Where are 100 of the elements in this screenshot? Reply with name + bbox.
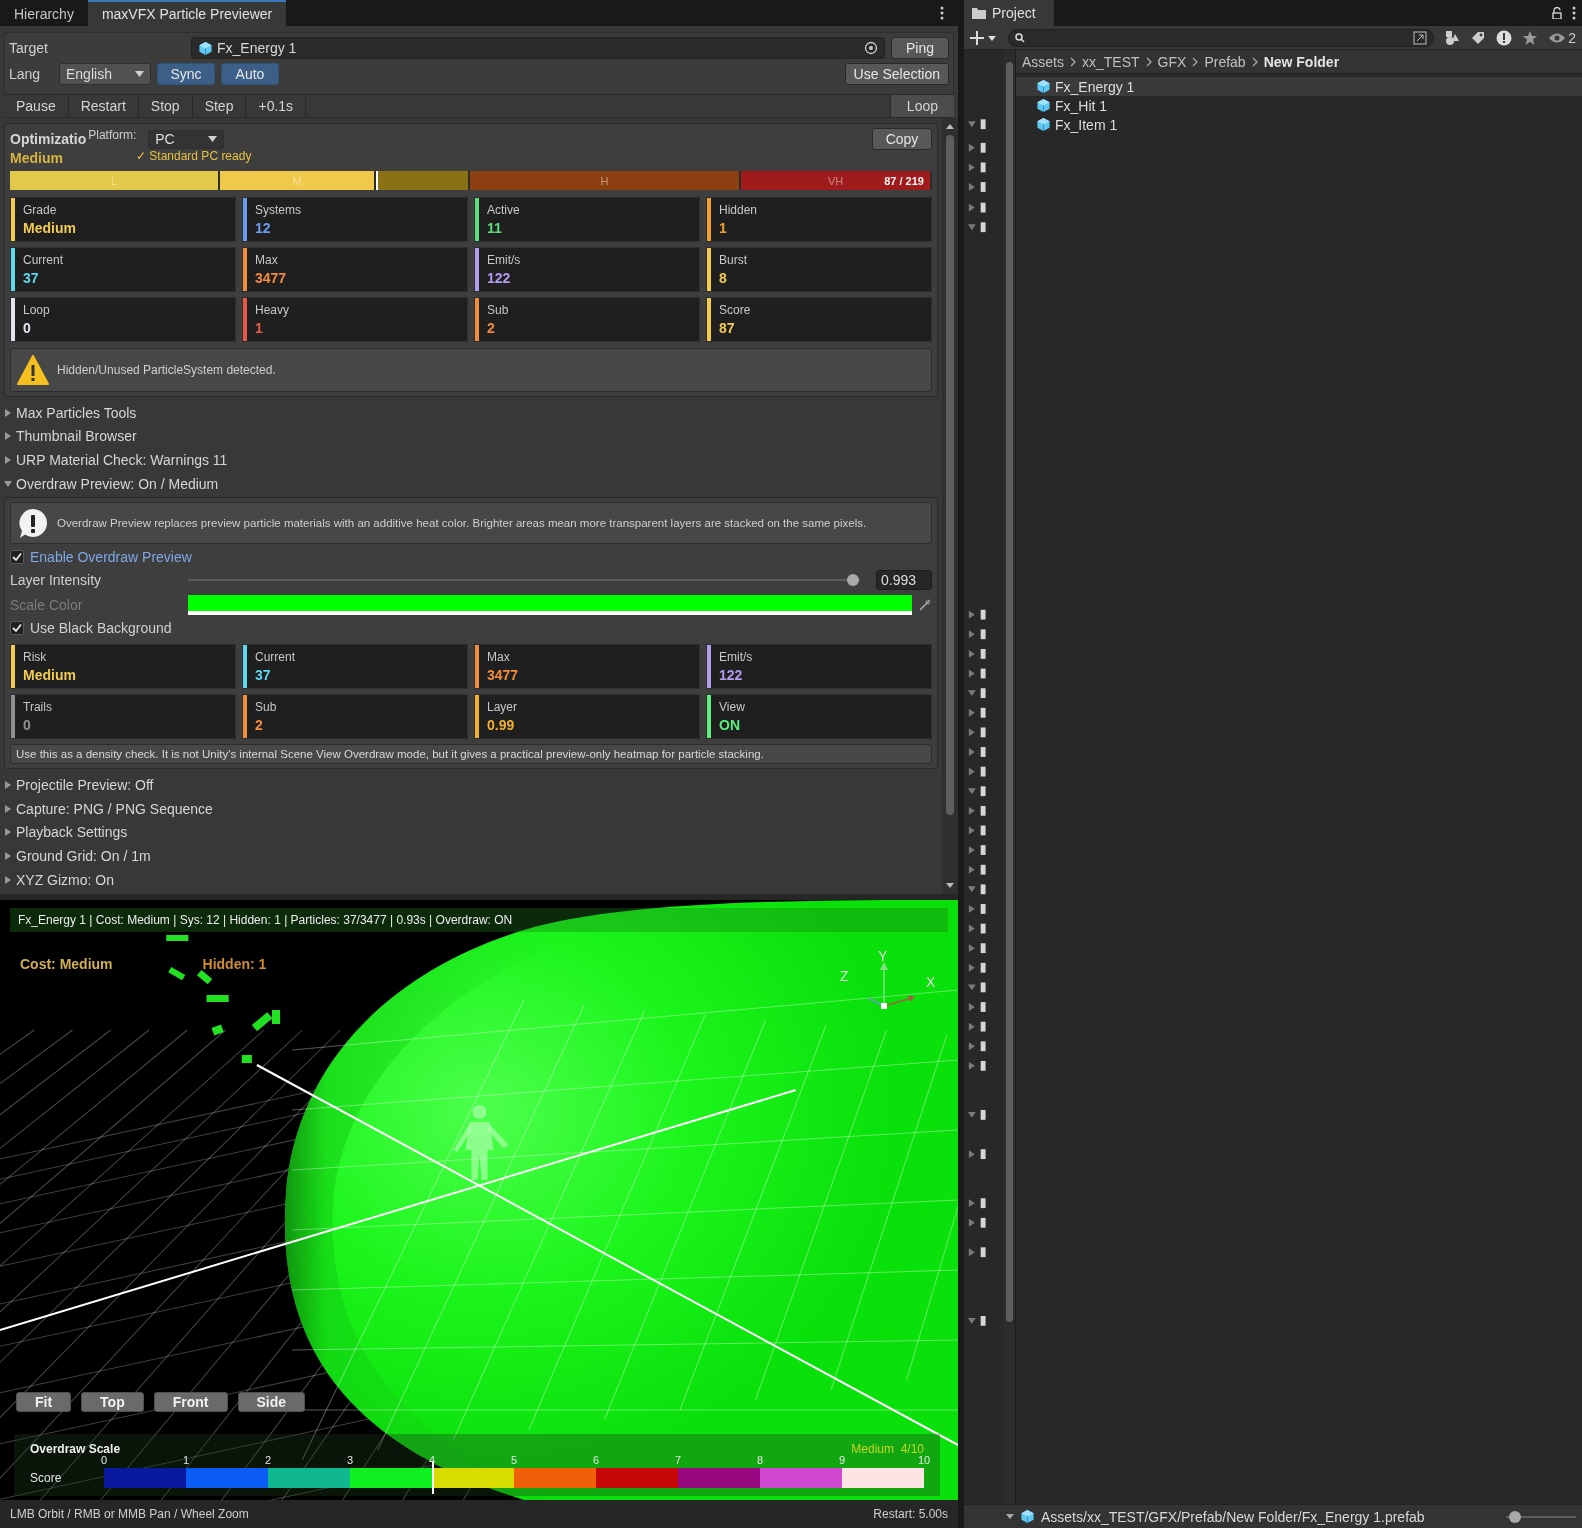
ping-button[interactable]: Ping xyxy=(891,37,949,59)
checkbox[interactable] xyxy=(10,621,24,636)
asset-list-item[interactable]: Fx_Item 1 xyxy=(1016,115,1582,134)
checkbox-label[interactable]: Use Black Background xyxy=(30,620,172,637)
collapsed-arrow-icon[interactable] xyxy=(4,828,12,837)
breadcrumb-link[interactable]: Prefab xyxy=(1204,53,1246,70)
collapsed-arrow-icon[interactable] xyxy=(4,456,12,464)
lock-icon[interactable] xyxy=(1552,7,1562,19)
stat-label: Emit/s xyxy=(487,253,521,267)
stat-label: Heavy xyxy=(255,303,289,317)
stat-label: Current xyxy=(23,253,63,267)
star-icon[interactable] xyxy=(1522,29,1539,46)
playback-button[interactable]: +0.1s xyxy=(246,95,307,117)
stat-value: 122 xyxy=(487,270,512,286)
toggle-button[interactable]: Auto xyxy=(221,63,279,85)
stat-value: 12 xyxy=(255,220,272,236)
collapsed-arrow-icon[interactable] xyxy=(4,781,12,790)
object-picker-icon[interactable] xyxy=(864,41,878,55)
checkmark-icon xyxy=(12,552,22,563)
scrollbar-thumb[interactable] xyxy=(946,135,954,815)
foldout-header[interactable]: Capture: PNG / PNG Sequence xyxy=(16,800,213,817)
stat-value: 0.99 xyxy=(487,717,516,734)
language-dropdown[interactable]: English xyxy=(59,63,151,85)
info-text: Overdraw Preview replaces preview particle materials with an additive heat color. Brighter areas mean more transparent layers are stacked on the same pixels. xyxy=(57,517,867,530)
field-label: Target xyxy=(9,40,49,56)
editor-tab[interactable]: Hierarchy xyxy=(0,0,88,26)
expanded-arrow-icon[interactable] xyxy=(4,479,12,488)
checkbox[interactable] xyxy=(10,550,24,565)
platform-dropdown[interactable]: PC xyxy=(148,129,225,149)
eye-icon[interactable] xyxy=(1548,31,1567,44)
asset-list-item[interactable]: Fx_Hit 1 xyxy=(1016,96,1582,115)
caret-icon xyxy=(208,136,218,142)
breadcrumb-link[interactable]: GFX xyxy=(1157,53,1187,70)
copy-button[interactable]: Copy xyxy=(872,128,932,150)
playback-button[interactable]: Stop xyxy=(138,95,193,117)
stat-label: Systems xyxy=(255,203,301,217)
slider-thumb[interactable] xyxy=(1508,1510,1521,1523)
folder-icon xyxy=(972,7,986,19)
view-button[interactable]: Top xyxy=(81,1392,144,1412)
collapsed-arrow-icon[interactable] xyxy=(4,804,12,813)
eyedropper-icon[interactable] xyxy=(918,598,932,613)
dropdown-arrow-icon[interactable] xyxy=(1006,1514,1014,1519)
add-menu-icon[interactable] xyxy=(970,30,998,45)
icon-size-slider[interactable] xyxy=(1506,1510,1576,1523)
checkbox-label[interactable]: Enable Overdraw Preview xyxy=(30,549,192,566)
prefab-cube-icon xyxy=(1036,79,1051,94)
editor-tab[interactable]: maxVFX Particle Previewer xyxy=(87,0,287,26)
asset-list-item[interactable]: Fx_Energy 1 xyxy=(1016,77,1582,96)
stat-value: 122 xyxy=(719,667,744,684)
breadcrumb-link[interactable]: New Folder xyxy=(1263,53,1340,70)
collapsed-arrow-icon[interactable] xyxy=(4,875,12,884)
scale-row-label: Score xyxy=(30,1471,63,1485)
project-tab[interactable]: Project xyxy=(964,0,1054,26)
segment-label: L xyxy=(111,174,118,187)
view-button[interactable]: Front xyxy=(153,1392,228,1412)
stat-label: Emit/s xyxy=(719,650,753,665)
collapsed-arrow-icon[interactable] xyxy=(4,432,12,441)
more-options-icon[interactable] xyxy=(940,6,944,20)
foldout-header[interactable]: Max Particles Tools xyxy=(16,404,137,421)
breadcrumb-link[interactable]: xx_TEST xyxy=(1082,53,1140,70)
type-filter-icon[interactable] xyxy=(1444,29,1461,46)
toggle-button[interactable]: Sync xyxy=(157,63,215,85)
foldout-header[interactable]: Ground Grid: On / 1m xyxy=(16,847,151,864)
foldout-header[interactable]: Playback Settings xyxy=(16,824,128,841)
hidden-count-text: Hidden: 1 xyxy=(202,956,267,972)
foldout-header[interactable]: Projectile Preview: Off xyxy=(16,777,154,794)
collapsed-arrow-icon[interactable] xyxy=(4,408,12,417)
loop-toggle[interactable]: Loop xyxy=(889,95,954,117)
stat-value: 1 xyxy=(255,320,264,336)
foldout-header[interactable]: Thumbnail Browser xyxy=(16,428,137,445)
slider-thumb[interactable] xyxy=(847,574,860,587)
stat-label: Loop xyxy=(23,303,50,317)
warning-filter-icon[interactable] xyxy=(1496,29,1513,46)
target-object-field[interactable]: Fx_Energy 1 xyxy=(191,37,885,59)
breadcrumb-link[interactable]: Assets xyxy=(1022,53,1064,70)
stat-value: 3477 xyxy=(255,270,287,286)
view-button[interactable]: Fit xyxy=(16,1392,72,1412)
stat-value: 37 xyxy=(23,270,40,286)
expand-search-icon[interactable] xyxy=(1413,30,1428,45)
tag-icon[interactable] xyxy=(1470,29,1487,46)
foldout-header[interactable]: URP Material Check: Warnings 11 xyxy=(16,452,228,468)
foldout-header[interactable]: XYZ Gizmo: On xyxy=(16,871,115,888)
stat-value: 2 xyxy=(487,320,496,336)
use-selection-button[interactable]: Use Selection xyxy=(844,63,949,85)
playback-button[interactable]: Step xyxy=(192,95,247,117)
view-button[interactable]: Side xyxy=(237,1392,306,1412)
collapsed-arrow-icon[interactable] xyxy=(4,851,12,860)
search-icon xyxy=(1015,32,1025,43)
scroll-up-icon[interactable] xyxy=(946,124,954,129)
playback-button[interactable]: Pause xyxy=(4,95,69,117)
prefab-cube-icon xyxy=(198,40,213,56)
value-field[interactable]: 0.993 xyxy=(876,570,932,591)
more-options-icon[interactable] xyxy=(1572,6,1576,20)
scrollbar-thumb[interactable] xyxy=(1005,62,1013,1322)
search-field[interactable] xyxy=(1008,28,1435,47)
playback-button[interactable]: Restart xyxy=(68,95,139,117)
foldout-header[interactable]: Overdraw Preview: On / Medium xyxy=(16,475,219,492)
scale-tick-label: 3 xyxy=(346,1454,354,1466)
scroll-down-icon[interactable] xyxy=(946,883,954,888)
scale-tick-label: 1 xyxy=(182,1454,190,1466)
